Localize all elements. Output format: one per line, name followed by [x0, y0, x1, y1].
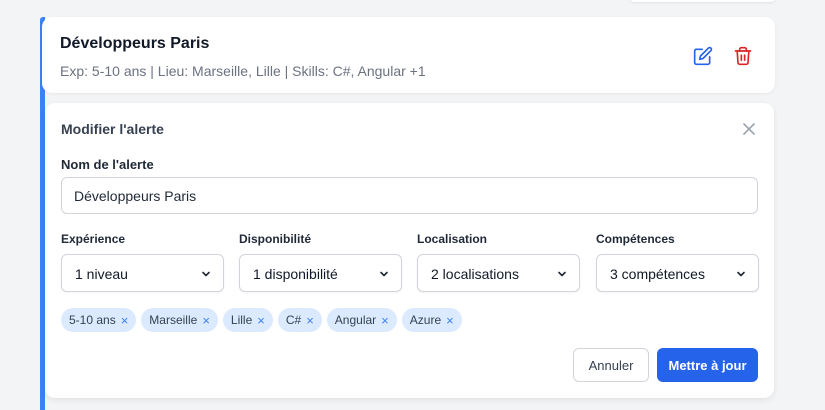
availability-label: Disponibilité	[239, 232, 311, 246]
skills-label: Compétences	[596, 232, 675, 246]
delete-button[interactable]	[732, 45, 754, 67]
tag-label: Angular	[334, 313, 377, 327]
availability-select[interactable]: 1 disponibilité	[239, 254, 402, 292]
chevron-down-icon	[737, 271, 745, 277]
tag-label: Marseille	[149, 313, 198, 327]
tag-label: Lille	[230, 313, 253, 327]
tag-chip: Lille ×	[222, 308, 273, 332]
tag-chip: Azure ×	[401, 308, 462, 332]
remove-tag-icon[interactable]: ×	[257, 314, 265, 327]
remove-tag-icon[interactable]: ×	[446, 314, 454, 327]
previous-card-edge	[630, 0, 775, 2]
alert-name-label: Nom de l'alerte	[61, 157, 154, 172]
alert-name-input[interactable]	[61, 177, 758, 214]
location-select-value: 2 localisations	[431, 266, 519, 282]
tag-chip: C# ×	[277, 308, 322, 332]
tag-chip: 5-10 ans ×	[61, 308, 137, 332]
experience-select[interactable]: 1 niveau	[61, 254, 224, 292]
skills-select[interactable]: 3 compétences	[596, 254, 759, 292]
tag-label: 5-10 ans	[69, 313, 116, 327]
alert-card: Développeurs Paris Exp: 5-10 ans | Lieu:…	[42, 17, 775, 93]
remove-tag-icon[interactable]: ×	[202, 314, 210, 327]
remove-tag-icon[interactable]: ×	[306, 314, 314, 327]
tag-label: C#	[285, 313, 302, 327]
remove-tag-icon[interactable]: ×	[121, 314, 129, 327]
trash-icon	[734, 46, 752, 66]
update-button[interactable]: Mettre à jour	[657, 348, 758, 382]
close-button[interactable]	[742, 122, 756, 136]
location-select[interactable]: 2 localisations	[417, 254, 580, 292]
experience-select-value: 1 niveau	[75, 266, 128, 282]
remove-tag-icon[interactable]: ×	[381, 314, 389, 327]
tag-label: Azure	[409, 313, 442, 327]
chevron-down-icon	[380, 271, 388, 277]
edit-button[interactable]	[692, 45, 714, 67]
panel-title: Modifier l'alerte	[61, 121, 164, 137]
edit-alert-panel: Modifier l'alerte Nom de l'alerte Expéri…	[45, 103, 774, 398]
cancel-button[interactable]: Annuler	[573, 348, 649, 382]
availability-select-value: 1 disponibilité	[253, 266, 338, 282]
selected-tags: 5-10 ans × Marseille × Lille × C# × Angular ×…	[61, 308, 462, 332]
tag-chip: Marseille ×	[141, 308, 218, 332]
tag-chip: Angular ×	[326, 308, 397, 332]
location-label: Localisation	[417, 232, 488, 246]
close-icon	[743, 123, 755, 135]
pencil-square-icon	[693, 46, 713, 66]
alert-meta: Exp: 5-10 ans | Lieu: Marseille, Lille |…	[60, 63, 426, 79]
alert-title: Développeurs Paris	[60, 35, 210, 52]
chevron-down-icon	[558, 271, 566, 277]
chevron-down-icon	[202, 271, 210, 277]
skills-select-value: 3 compétences	[610, 266, 705, 282]
experience-label: Expérience	[61, 232, 126, 246]
